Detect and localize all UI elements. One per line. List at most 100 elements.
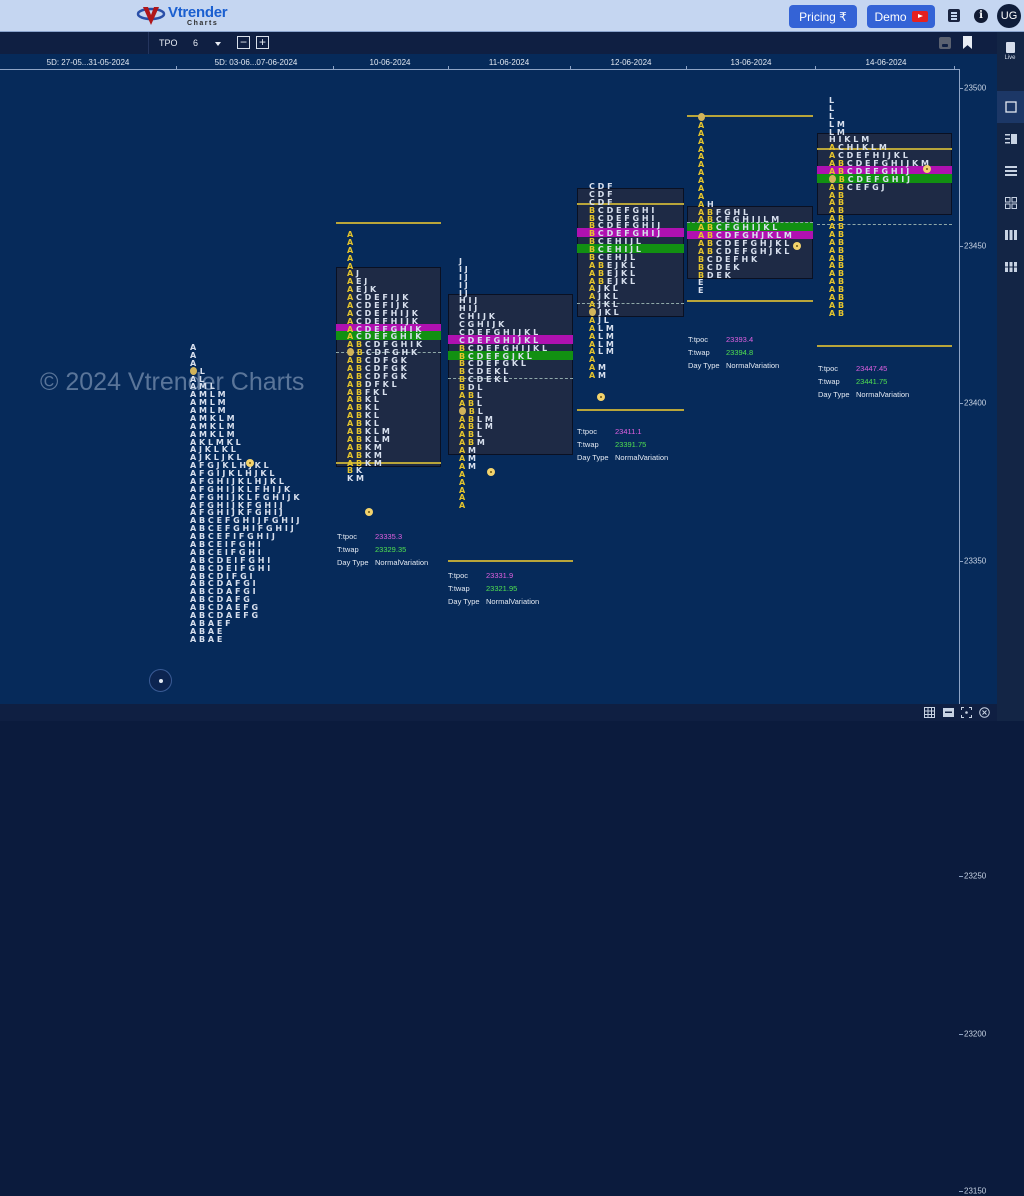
price-label: 23250 bbox=[964, 871, 987, 881]
tpo-letter: L bbox=[598, 347, 604, 357]
tpoc-label: T:tpoc bbox=[818, 364, 839, 373]
pricing-button[interactable]: Pricing ₹ bbox=[789, 5, 857, 28]
twap-value: 23441.75 bbox=[856, 377, 888, 386]
profile-stats: T:tpoc 23411.1 T:twap 23391.75 Day Type Norma… bbox=[577, 425, 668, 464]
tpoc-value: 23411.1 bbox=[615, 427, 642, 436]
demo-button[interactable]: Demo bbox=[867, 5, 935, 28]
twap-label: T:twap bbox=[688, 348, 710, 357]
fullscreen-focus-icon[interactable] bbox=[961, 707, 972, 718]
tpo-letter: K bbox=[724, 270, 731, 280]
tpo-letter: K bbox=[347, 474, 354, 484]
open-marker-icon bbox=[190, 366, 197, 375]
tpoc-label: T:tpoc bbox=[337, 532, 358, 541]
initial-balance-line bbox=[687, 115, 813, 118]
zoom-in-button[interactable]: + bbox=[256, 36, 269, 49]
tpo-letter: L bbox=[613, 308, 619, 318]
logo-subtitle: Charts bbox=[187, 20, 219, 27]
vtrender-logo[interactable]: Vtrender Charts bbox=[136, 3, 228, 29]
single-layout-icon[interactable] bbox=[1005, 101, 1017, 113]
tpo-letter: E bbox=[216, 634, 223, 644]
chart-toolbar: TPO 6 − + bbox=[0, 32, 997, 54]
focus-center-button[interactable] bbox=[149, 669, 172, 692]
price-axis-line bbox=[959, 70, 960, 704]
top-bar: Vtrender Charts Pricing ₹ Demo i UG bbox=[0, 0, 1024, 32]
tpo-letter: M bbox=[373, 458, 382, 468]
tpo-letter: K bbox=[410, 348, 418, 358]
text-box-icon[interactable] bbox=[943, 707, 954, 718]
tpo-row: A bbox=[459, 501, 465, 510]
tpo-row: A M bbox=[589, 371, 606, 380]
open-marker-icon bbox=[347, 348, 354, 357]
price-tick bbox=[959, 88, 963, 89]
tpo-letter: L bbox=[503, 375, 509, 385]
tpo-letter: K bbox=[775, 246, 782, 256]
date-tick bbox=[176, 66, 177, 70]
price-tick bbox=[959, 560, 963, 562]
save-icon[interactable] bbox=[939, 37, 951, 49]
profile-stats: T:tpoc 23331.9 T:twap 23321.95 Day Type Norma… bbox=[448, 569, 539, 608]
tpo-size-select[interactable]: 6 bbox=[193, 38, 198, 48]
tpo-letter: J bbox=[271, 532, 275, 542]
tpo-letter: C bbox=[846, 182, 853, 192]
twap-label: T:twap bbox=[337, 545, 359, 554]
tpo-letter: M bbox=[381, 434, 390, 444]
tpo-letter: J bbox=[657, 229, 661, 239]
price-label: 23350 bbox=[964, 556, 987, 566]
day-type-value: NormalVariation bbox=[726, 361, 780, 370]
pricing-label: Pricing ₹ bbox=[799, 9, 847, 24]
initial-balance-line bbox=[817, 345, 952, 347]
user-avatar[interactable]: UG bbox=[997, 4, 1021, 28]
rows-layout-icon[interactable] bbox=[1005, 165, 1017, 177]
tpo-letter: D bbox=[706, 270, 714, 280]
table-grid-icon[interactable] bbox=[924, 707, 935, 718]
twap-value: 23394.8 bbox=[726, 348, 754, 357]
tpo-letter: A bbox=[190, 634, 197, 644]
chevron-down-icon[interactable] bbox=[215, 42, 221, 46]
close-marker-icon bbox=[597, 393, 605, 401]
tpo-letter: F bbox=[863, 182, 870, 192]
open-marker-icon bbox=[698, 113, 705, 121]
split-layout-icon[interactable] bbox=[1005, 133, 1017, 145]
tpoc-label: T:tpoc bbox=[448, 571, 469, 580]
info-icon[interactable]: i bbox=[974, 9, 988, 23]
tpo-letter: M bbox=[476, 438, 485, 448]
date-label: 12-06-2024 bbox=[610, 58, 652, 67]
tpo-letter: K bbox=[364, 458, 372, 468]
grid-layout-icon[interactable] bbox=[1005, 197, 1017, 209]
open-marker-icon bbox=[589, 308, 596, 317]
close-circle-icon[interactable] bbox=[979, 707, 990, 718]
tpoc-value: 23393.4 bbox=[726, 335, 754, 344]
tpo-letter: K bbox=[620, 276, 628, 286]
close-marker-icon bbox=[246, 459, 254, 467]
initial-balance-line bbox=[336, 222, 441, 225]
tpo-letter: F bbox=[243, 610, 249, 620]
date-label: 11-06-2024 bbox=[488, 58, 530, 67]
twap-label: T:twap bbox=[818, 377, 840, 386]
tpo-letter: J bbox=[287, 492, 291, 502]
tpo-letter: K bbox=[911, 159, 919, 169]
tpo-letter: A bbox=[589, 371, 596, 381]
tpo-letter: E bbox=[486, 375, 492, 385]
columns-layout-icon[interactable] bbox=[1005, 229, 1017, 241]
price-tick bbox=[959, 1033, 963, 1035]
live-button[interactable]: Live bbox=[1004, 42, 1016, 61]
twap-label: T:twap bbox=[448, 584, 470, 593]
day-type-value: NormalVariation bbox=[375, 558, 429, 567]
grid6-layout-icon[interactable] bbox=[1005, 261, 1017, 273]
tpo-letter: A bbox=[207, 634, 215, 644]
tpo-letter: B bbox=[199, 634, 206, 644]
live-document-icon bbox=[1005, 42, 1015, 53]
date-label: 14-06-2024 bbox=[865, 58, 907, 67]
profile-stats: T:tpoc 23393.4 T:twap 23394.8 Day Type Normal… bbox=[688, 333, 779, 372]
tpo-letter: H bbox=[275, 524, 283, 534]
tpo-letter: H bbox=[257, 563, 265, 573]
tpo-letter: H bbox=[641, 229, 649, 239]
zoom-out-button[interactable]: − bbox=[237, 36, 250, 49]
price-label: 23500 bbox=[964, 83, 987, 93]
tpo-letter: K bbox=[511, 359, 519, 369]
document-list-icon[interactable] bbox=[948, 9, 960, 22]
tpo-letter: H bbox=[891, 174, 899, 184]
tpo-letter: B bbox=[838, 308, 845, 318]
tpo-letter: J bbox=[881, 182, 885, 192]
tpo-letter: L bbox=[526, 351, 532, 361]
